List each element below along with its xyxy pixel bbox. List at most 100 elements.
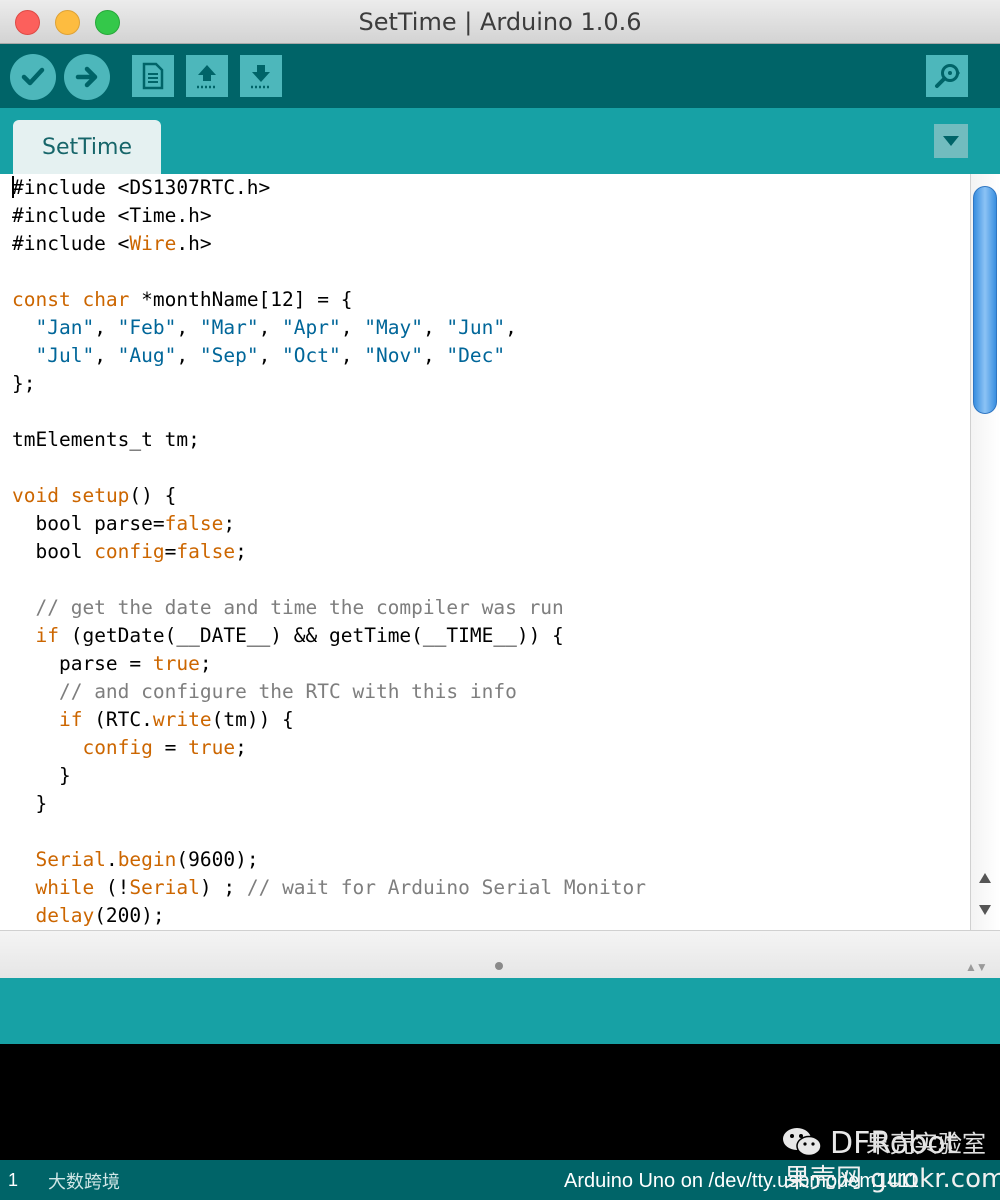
- code-line[interactable]: }: [12, 762, 646, 790]
- code-line[interactable]: bool parse=false;: [12, 510, 646, 538]
- code-line[interactable]: Serial.begin(9600);: [12, 846, 646, 874]
- wechat-logo-icon: [780, 1124, 824, 1160]
- code-token: ) ;: [199, 876, 247, 899]
- code-token: "Aug": [117, 344, 177, 367]
- code-line[interactable]: if (getDate(__DATE__) && getTime(__TIME_…: [12, 622, 646, 650]
- code-token: ,: [422, 316, 447, 339]
- code-line[interactable]: "Jul", "Aug", "Sep", "Oct", "Nov", "Dec": [12, 342, 646, 370]
- code-line[interactable]: #include <Wire.h>: [12, 230, 646, 258]
- open-sketch-button[interactable]: [186, 55, 228, 97]
- code-token: .: [105, 848, 118, 871]
- code-token: if: [58, 708, 83, 731]
- code-line[interactable]: #include <Time.h>: [12, 202, 646, 230]
- scroll-up-button[interactable]: [972, 866, 998, 890]
- window-title: SetTime | Arduino 1.0.6: [358, 8, 642, 36]
- divider-grip-icon[interactable]: [495, 962, 503, 970]
- code-line[interactable]: [12, 258, 646, 286]
- scrollbar-thumb[interactable]: [973, 186, 997, 414]
- code-token: ,: [340, 344, 365, 367]
- verify-button[interactable]: [10, 54, 56, 100]
- code-token: "Nov": [364, 344, 423, 367]
- code-line[interactable]: [12, 818, 646, 846]
- code-token: const: [12, 288, 71, 311]
- code-token: if: [35, 624, 59, 647]
- arrow-down-icon: [251, 65, 271, 89]
- code-token: };: [12, 372, 36, 395]
- code-token: Serial: [35, 848, 106, 871]
- code-token: while: [35, 876, 95, 899]
- code-token: =: [152, 736, 189, 759]
- code-token: write: [152, 708, 212, 731]
- code-line[interactable]: config = true;: [12, 734, 646, 762]
- code-token: false: [164, 512, 224, 535]
- arrow-up-small-icon: [979, 873, 991, 883]
- code-token: "Mar": [199, 316, 259, 339]
- code-token: setup: [70, 484, 130, 507]
- code-token: (tm)) {: [211, 708, 294, 731]
- code-token: ,: [176, 344, 200, 367]
- code-token: false: [176, 540, 236, 563]
- code-token: "Jul": [35, 344, 95, 367]
- code-token: ,: [505, 316, 517, 339]
- code-token: ;: [235, 736, 247, 759]
- code-token: tmElements_t tm;: [12, 428, 200, 451]
- new-sketch-button[interactable]: [132, 55, 174, 97]
- code-editor[interactable]: #include <DS1307RTC.h> #include <Time.h> #…: [0, 174, 970, 930]
- code-line[interactable]: // and configure the RTC with this info: [12, 678, 646, 706]
- code-line[interactable]: tmElements_t tm;: [12, 426, 646, 454]
- checkmark-icon: [21, 67, 45, 86]
- code-line[interactable]: "Jan", "Feb", "Mar", "Apr", "May", "Jun"…: [12, 314, 646, 342]
- tab-menu-button[interactable]: [934, 124, 968, 158]
- panel-divider[interactable]: [0, 930, 1000, 978]
- code-line[interactable]: };: [12, 370, 646, 398]
- tab-strip: SetTime: [0, 108, 1000, 174]
- save-sketch-button[interactable]: [240, 55, 282, 97]
- code-line[interactable]: while (!Serial) ; // wait for Arduino Se…: [12, 874, 646, 902]
- code-line[interactable]: bool config=false;: [12, 538, 646, 566]
- code-line[interactable]: // get the date and time the compiler wa…: [12, 594, 646, 622]
- line-number: 1: [8, 1170, 19, 1190]
- code-token: begin: [117, 848, 177, 871]
- code-line[interactable]: }: [12, 790, 646, 818]
- code-token: config: [82, 736, 153, 759]
- code-token: "May": [364, 316, 423, 339]
- code-token: "Oct": [282, 344, 341, 367]
- code-token: true: [188, 736, 236, 759]
- code-line[interactable]: const char *monthName[12] = {: [12, 286, 646, 314]
- serial-monitor-button[interactable]: [926, 55, 968, 97]
- code-line[interactable]: delay(200);: [12, 902, 646, 930]
- code-token: config: [94, 540, 165, 563]
- code-token: #include <DS1307RTC.h>: [12, 176, 271, 199]
- code-line[interactable]: [12, 398, 646, 426]
- code-line[interactable]: void setup() {: [12, 482, 646, 510]
- code-token: "Sep": [199, 344, 259, 367]
- code-token: "Dec": [446, 344, 506, 367]
- code-text[interactable]: #include <DS1307RTC.h> #include <Time.h> #…: [12, 174, 646, 930]
- code-token: // wait for Arduino Serial Monitor: [246, 876, 647, 899]
- code-token: "Apr": [282, 316, 341, 339]
- code-token: ;: [223, 512, 236, 535]
- code-line[interactable]: [12, 454, 646, 482]
- upload-button[interactable]: [64, 54, 110, 100]
- code-token: "Feb": [117, 316, 177, 339]
- code-token: char: [82, 288, 130, 311]
- code-token: }: [12, 792, 48, 815]
- code-line[interactable]: parse = true;: [12, 650, 646, 678]
- code-line[interactable]: if (RTC.write(tm)) {: [12, 706, 646, 734]
- code-token: bool parse=: [12, 512, 165, 535]
- divider-arrows-icon[interactable]: ▲▼: [965, 960, 988, 974]
- watermark-bottom-left: 大数跨境: [48, 1172, 120, 1192]
- code-line[interactable]: [12, 566, 646, 594]
- code-token: // and configure the RTC with this info: [58, 680, 517, 703]
- code-token: (RTC.: [82, 708, 153, 731]
- tab-settime[interactable]: SetTime: [13, 120, 161, 174]
- code-line[interactable]: #include <DS1307RTC.h>: [12, 174, 646, 202]
- code-token: ,: [422, 344, 447, 367]
- arrow-down-small-icon: [979, 905, 991, 915]
- scroll-down-button[interactable]: [972, 898, 998, 922]
